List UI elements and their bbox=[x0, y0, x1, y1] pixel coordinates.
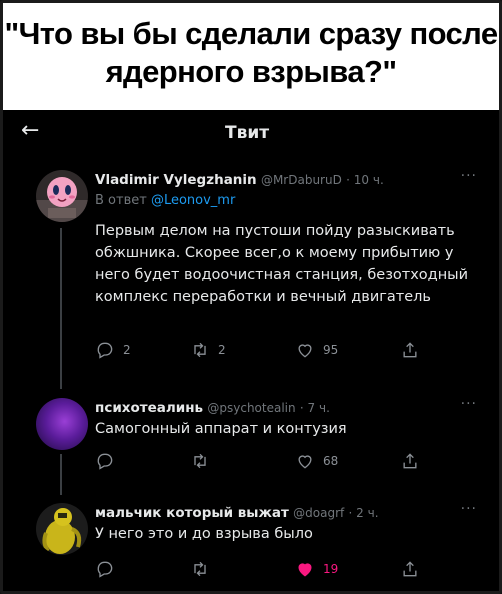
author-name[interactable]: Vladimir Vylegzhanin bbox=[95, 172, 257, 188]
tweet-actions: 68 bbox=[95, 451, 455, 473]
like-count: 95 bbox=[323, 343, 339, 357]
reply-count: 2 bbox=[123, 343, 131, 357]
avatar[interactable] bbox=[36, 398, 88, 450]
reply-handle-link[interactable]: @Leonov_mr bbox=[151, 193, 235, 208]
tweet-text: Первым делом на пустоши пойду разыскиват… bbox=[95, 223, 469, 305]
retweet-button[interactable] bbox=[190, 559, 210, 579]
reply-button[interactable]: 2 bbox=[95, 340, 131, 360]
reply-icon bbox=[97, 561, 113, 578]
retweet-icon bbox=[194, 561, 206, 577]
author-name[interactable]: мальчик который выжат bbox=[95, 505, 289, 521]
tweet-3[interactable]: мальчик который выжат @doagrf · 2 ч. ···… bbox=[3, 495, 499, 591]
heart-icon bbox=[298, 344, 312, 358]
meme-caption: "Что вы бы сделали сразу после ядерного … bbox=[3, 3, 499, 110]
heart-filled-icon bbox=[298, 563, 312, 577]
retweet-count: 2 bbox=[218, 343, 226, 357]
tweet-text: Самогонный аппарат и контузия bbox=[95, 421, 347, 437]
share-button[interactable] bbox=[400, 559, 420, 579]
tweet-1[interactable]: Vladimir Vylegzhanin @MrDaburuD · 10 ч. … bbox=[3, 156, 499, 389]
reply-button[interactable] bbox=[95, 559, 115, 579]
like-count: 68 bbox=[323, 454, 339, 468]
author-name[interactable]: психотеалинь bbox=[95, 400, 203, 416]
tweet-header: Vladimir Vylegzhanin @MrDaburuD · 10 ч. bbox=[95, 172, 384, 188]
tweet-actions: 19 bbox=[95, 559, 455, 581]
avatar[interactable] bbox=[36, 503, 88, 555]
like-count: 19 bbox=[323, 562, 339, 576]
tweet-header: психотеалинь @psychotealin · 7 ч. bbox=[95, 400, 330, 416]
author-handle[interactable]: @doagrf bbox=[293, 506, 344, 520]
retweet-button[interactable] bbox=[190, 451, 210, 471]
heart-icon bbox=[298, 455, 312, 469]
reply-prefix: В ответ bbox=[95, 193, 151, 208]
screenshot-frame: "Что вы бы сделали сразу после ядерного … bbox=[0, 0, 502, 594]
reply-icon bbox=[97, 342, 113, 359]
top-bar: ← Твит bbox=[3, 110, 499, 156]
thread-line bbox=[60, 454, 62, 495]
like-button[interactable]: 19 bbox=[295, 559, 338, 579]
more-icon[interactable]: ··· bbox=[461, 501, 477, 517]
arrow-left-icon[interactable]: ← bbox=[21, 118, 39, 143]
reply-button[interactable] bbox=[95, 451, 115, 471]
more-icon[interactable]: ··· bbox=[461, 396, 477, 412]
page-title: Твит bbox=[225, 123, 270, 143]
tweet-time: · 2 ч. bbox=[348, 506, 379, 520]
share-button[interactable] bbox=[400, 340, 420, 360]
share-icon bbox=[403, 342, 417, 358]
tweet-2[interactable]: психотеалинь @psychotealin · 7 ч. ··· Са… bbox=[3, 389, 499, 495]
retweet-icon bbox=[194, 342, 206, 358]
avatar[interactable] bbox=[36, 170, 88, 222]
like-button[interactable]: 95 bbox=[295, 340, 338, 360]
more-icon[interactable]: ··· bbox=[461, 168, 477, 184]
tweet-text: У него это и до взрыва было bbox=[95, 526, 313, 542]
author-handle[interactable]: @MrDaburuD bbox=[261, 173, 342, 187]
like-button[interactable]: 68 bbox=[295, 451, 338, 471]
retweet-button[interactable]: 2 bbox=[190, 340, 226, 360]
share-icon bbox=[403, 453, 417, 469]
reply-icon bbox=[97, 453, 113, 470]
tweet-time: · 7 ч. bbox=[299, 401, 330, 415]
tweet-header: мальчик который выжат @doagrf · 2 ч. bbox=[95, 505, 379, 521]
reply-to: В ответ @Leonov_mr bbox=[95, 193, 235, 208]
thread-line bbox=[60, 228, 62, 389]
author-handle[interactable]: @psychotealin bbox=[207, 401, 295, 415]
retweet-icon bbox=[194, 453, 206, 469]
share-icon bbox=[403, 561, 417, 577]
share-button[interactable] bbox=[400, 451, 420, 471]
tweet-actions: 2 2 95 bbox=[95, 340, 455, 362]
tweet-time: · 10 ч. bbox=[346, 173, 384, 187]
